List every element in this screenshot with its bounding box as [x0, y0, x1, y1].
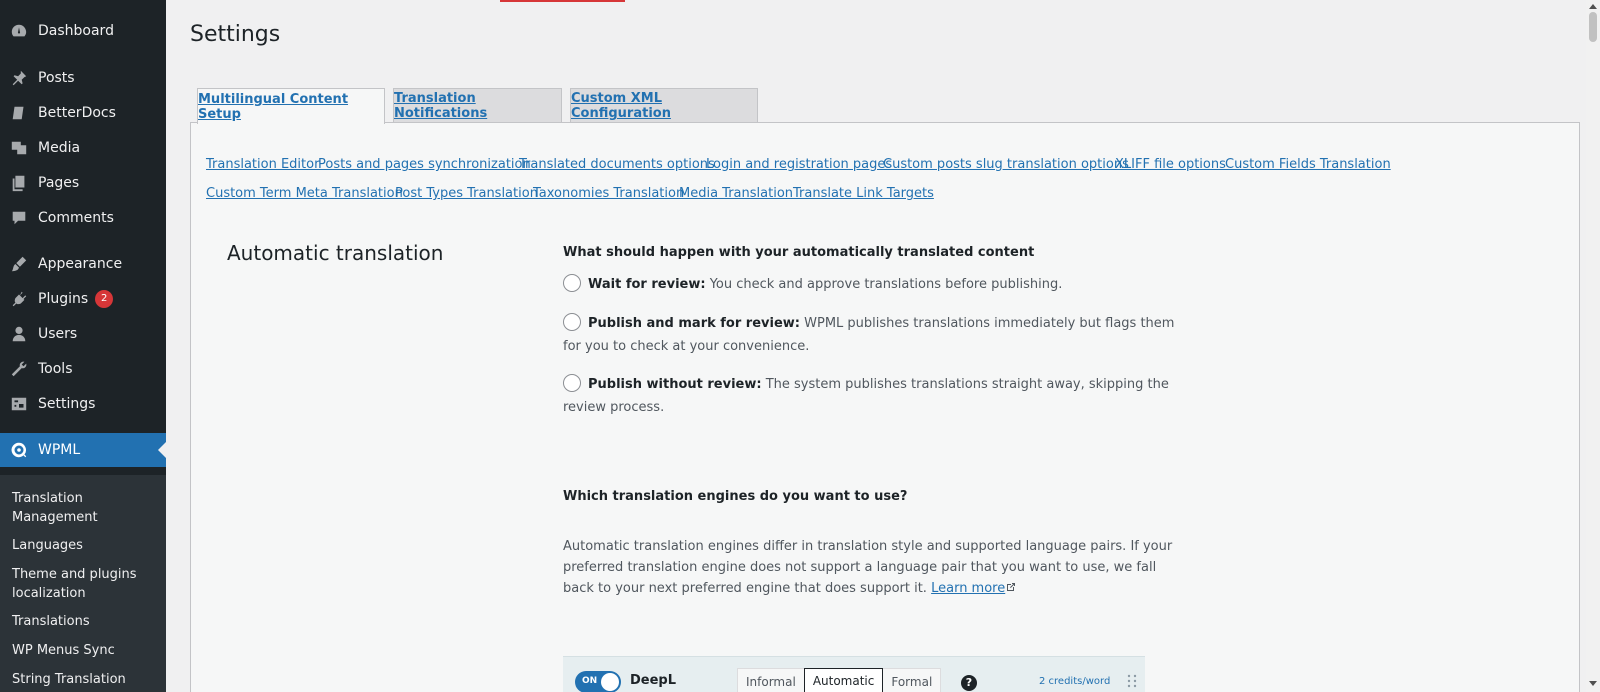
formality-segmented-control: Informal Automatic Formal	[737, 668, 942, 692]
pages-icon	[9, 173, 29, 193]
menu-item-label: Posts	[38, 70, 75, 86]
wpml-submenu: Translation Management Languages Theme a…	[0, 475, 166, 692]
question-review-mode: What should happen with your automatical…	[563, 245, 1035, 260]
question-translation-engines: Which translation engines do you want to…	[563, 489, 908, 504]
plug-icon	[9, 289, 29, 309]
radio-publish-and-mark[interactable]	[563, 313, 581, 331]
scroll-down-arrow-icon[interactable]	[1589, 681, 1597, 686]
menu-item-label: Comments	[38, 210, 114, 226]
style-informal-button[interactable]: Informal	[738, 669, 804, 692]
menu-item-label: Media	[38, 140, 81, 156]
tab-custom-xml-configuration[interactable]: Custom XML Configuration	[570, 88, 758, 123]
brush-icon	[9, 254, 29, 274]
menu-item-label: Plugins	[38, 291, 89, 307]
menu-item-appearance[interactable]: Appearance	[0, 247, 166, 281]
option-wait-for-review: Wait for review: You check and approve t…	[563, 273, 1183, 296]
menu-item-label: Tools	[38, 361, 73, 377]
top-accent-strip	[500, 0, 625, 2]
menu-item-label: Users	[38, 326, 78, 342]
settings-panel: Translation Editor Posts and pages synch…	[190, 122, 1580, 692]
link-login-registration-pages[interactable]: Login and registration pages	[706, 157, 892, 172]
scroll-thumb[interactable]	[1589, 12, 1597, 42]
style-formal-button[interactable]: Formal	[883, 669, 940, 692]
dashboard-icon	[9, 21, 29, 41]
engines-description-text: Automatic translation engines differ in …	[563, 539, 1173, 596]
submenu-wp-menus-sync[interactable]: WP Menus Sync	[12, 641, 162, 660]
pin-icon	[9, 68, 29, 88]
comments-icon	[9, 208, 29, 228]
submenu-translation-management[interactable]: Translation Management	[12, 489, 162, 527]
menu-item-settings[interactable]: Settings	[0, 387, 166, 421]
link-taxonomies-translation[interactable]: Taxonomies Translation	[533, 186, 684, 201]
radio-publish-without-review[interactable]	[563, 374, 581, 392]
users-icon	[9, 324, 29, 344]
menu-item-tools[interactable]: Tools	[0, 352, 166, 386]
option-publish-and-mark: Publish and mark for review: WPML publis…	[563, 312, 1183, 358]
link-translation-editor[interactable]: Translation Editor	[206, 157, 319, 172]
option-text: You check and approve translations befor…	[709, 277, 1063, 292]
toggle-knob	[601, 673, 619, 691]
link-translate-link-targets[interactable]: Translate Link Targets	[793, 186, 934, 201]
learn-more-link[interactable]: Learn more	[931, 581, 1005, 596]
menu-item-label: BetterDocs	[38, 105, 116, 121]
link-posts-pages-sync[interactable]: Posts and pages synchronization	[318, 157, 531, 172]
scroll-up-arrow-icon[interactable]	[1589, 4, 1597, 9]
menu-item-label: Pages	[38, 175, 80, 191]
admin-sidebar: Dashboard Posts BetterDocs Media Pages C…	[0, 0, 166, 692]
submenu-translations[interactable]: Translations	[12, 612, 162, 631]
link-translated-documents-options[interactable]: Translated documents options	[519, 157, 715, 172]
option-label: Wait for review:	[588, 277, 706, 292]
radio-wait-for-review[interactable]	[563, 274, 581, 292]
link-media-translation[interactable]: Media Translation	[679, 186, 793, 201]
main-content: Settings Multilingual Content Setup Tran…	[166, 0, 1586, 692]
section-title-automatic-translation: Automatic translation	[227, 241, 444, 265]
page-title: Settings	[190, 22, 281, 47]
engines-description: Automatic translation engines differ in …	[563, 536, 1173, 599]
style-automatic-button[interactable]: Automatic	[803, 668, 884, 692]
submenu-languages[interactable]: Languages	[12, 536, 162, 555]
media-icon	[9, 138, 29, 158]
submenu-theme-plugins-localization[interactable]: Theme and plugins localization	[12, 565, 162, 603]
plugins-update-badge: 2	[95, 290, 114, 308]
menu-item-posts[interactable]: Posts	[0, 61, 166, 95]
option-label: Publish without review:	[588, 377, 762, 392]
menu-item-pages[interactable]: Pages	[0, 166, 166, 200]
tab-multilingual-content-setup[interactable]: Multilingual Content Setup	[197, 88, 385, 124]
link-custom-posts-slug[interactable]: Custom posts slug translation options	[883, 157, 1129, 172]
toggle-label: ON	[582, 676, 598, 686]
submenu-string-translation[interactable]: String Translation	[12, 670, 162, 689]
wpml-icon	[9, 440, 29, 460]
option-publish-without-review: Publish without review: The system publi…	[563, 373, 1183, 419]
link-post-types-translation[interactable]: Post Types Translation	[395, 186, 538, 201]
engine-name: DeepL	[630, 673, 677, 688]
menu-item-comments[interactable]: Comments	[0, 201, 166, 235]
docs-icon	[9, 103, 29, 123]
menu-item-label: Appearance	[38, 256, 123, 272]
menu-item-dashboard[interactable]: Dashboard	[0, 14, 166, 48]
menu-item-media[interactable]: Media	[0, 131, 166, 165]
drag-handle-icon[interactable]	[1127, 674, 1137, 688]
help-icon[interactable]: ?	[961, 675, 977, 691]
option-label: Publish and mark for review:	[588, 316, 800, 331]
menu-item-label: Settings	[38, 396, 96, 412]
tab-translation-notifications[interactable]: Translation Notifications	[393, 88, 562, 123]
engine-credits: 2 credits/word	[1039, 676, 1111, 687]
external-link-icon	[1007, 583, 1016, 591]
wrench-icon	[9, 359, 29, 379]
link-xliff-file-options[interactable]: XLIFF file options	[1115, 157, 1226, 172]
menu-item-users[interactable]: Users	[0, 317, 166, 351]
settings-icon	[9, 394, 29, 414]
menu-item-plugins[interactable]: Plugins 2	[0, 282, 166, 316]
menu-item-betterdocs[interactable]: BetterDocs	[0, 96, 166, 130]
link-custom-term-meta[interactable]: Custom Term Meta Translation	[206, 186, 403, 201]
link-custom-fields-translation[interactable]: Custom Fields Translation	[1225, 157, 1391, 172]
menu-item-label: WPML	[38, 442, 81, 458]
menu-item-wpml[interactable]: WPML	[0, 433, 166, 467]
menu-item-label: Dashboard	[38, 23, 114, 39]
engine-row-deepl: ON DeepL Informal Automatic Formal ? 2 c…	[563, 656, 1145, 692]
engine-toggle[interactable]: ON	[575, 671, 621, 692]
page-scrollbar[interactable]	[1586, 0, 1600, 692]
